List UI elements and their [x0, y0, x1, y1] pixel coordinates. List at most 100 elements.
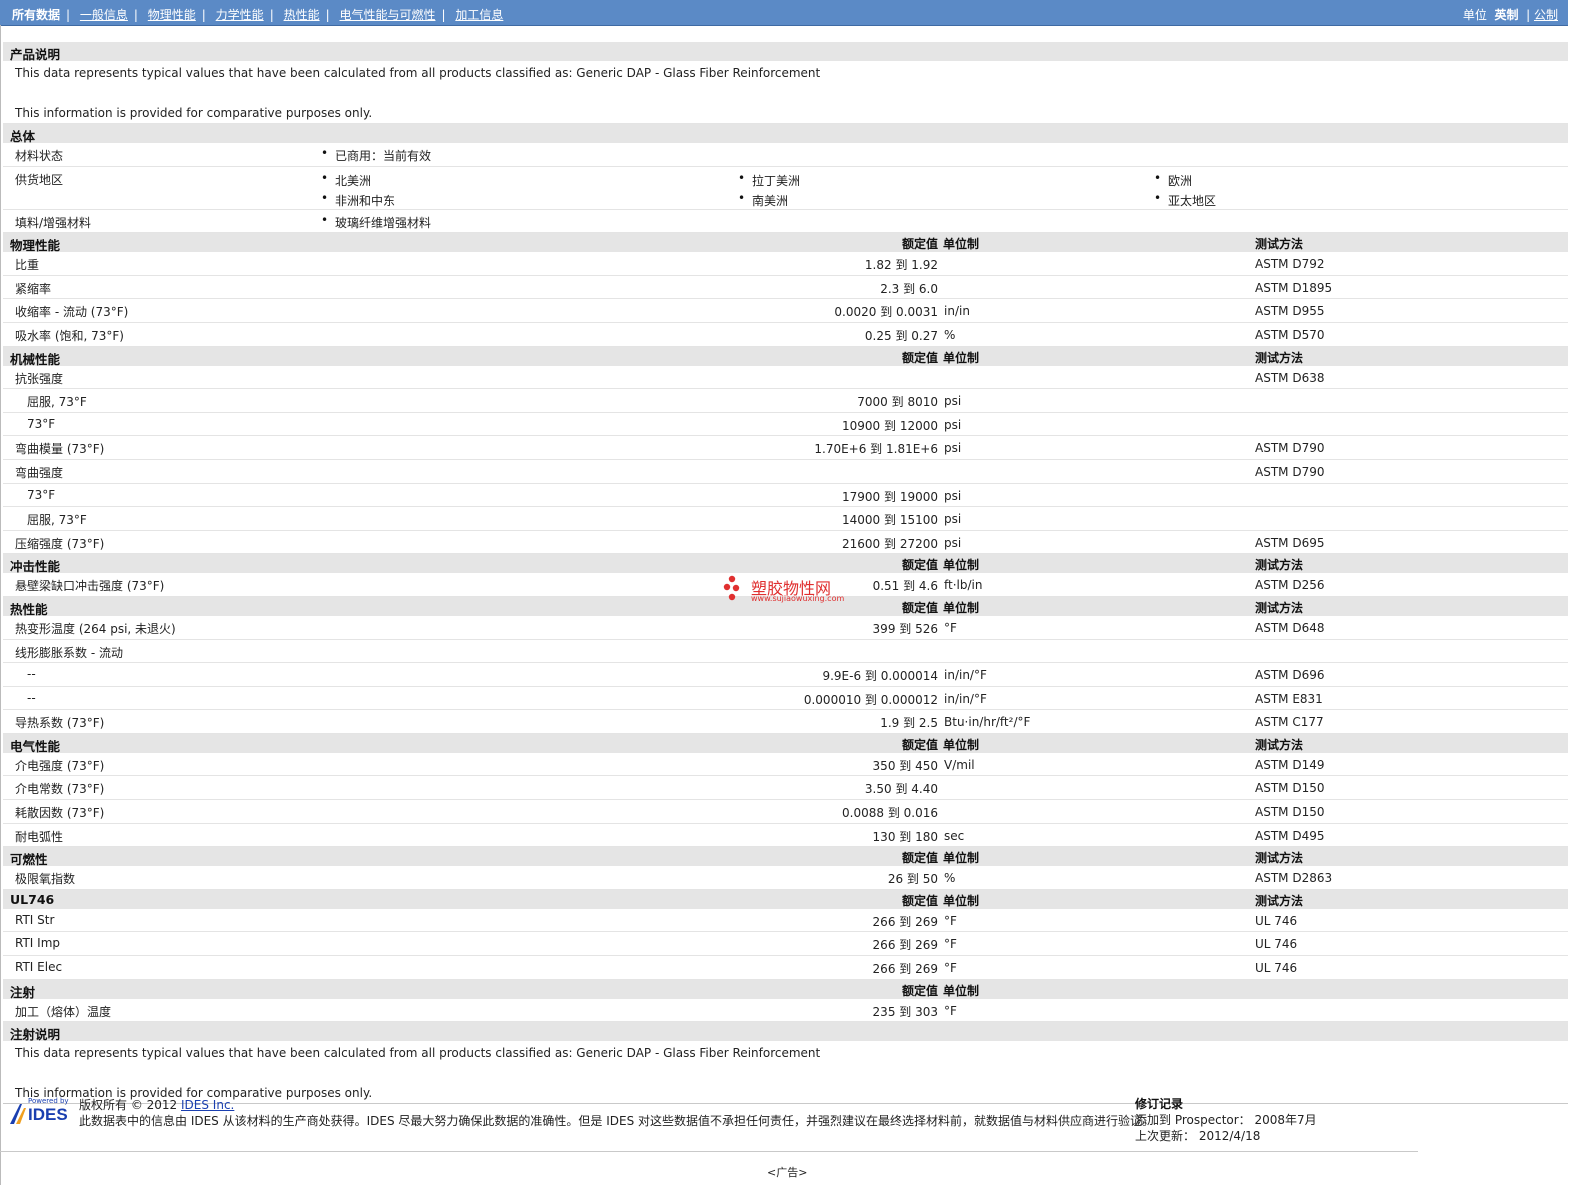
- property-row: -- 0.000010 到 0.000012 in/in/°F ASTM E831: [3, 687, 1568, 711]
- product-desc-line2: This information is provided for compara…: [15, 106, 373, 120]
- property-label: --: [27, 690, 36, 705]
- property-row: 线形膨胀系数 - 流动: [3, 640, 1568, 664]
- property-row: 弯曲强度 ASTM D790: [3, 460, 1568, 484]
- property-label: 热变形温度 (264 psi, 未退火): [15, 621, 176, 636]
- logo-powered-by: Powered by: [28, 1097, 69, 1105]
- property-value: 235 到 303: [872, 1004, 938, 1019]
- units-metric-link[interactable]: 公制: [1534, 8, 1558, 22]
- property-label: 压缩强度 (73°F): [15, 536, 105, 551]
- property-test-method: ASTM C177: [1255, 715, 1324, 730]
- ides-mark-icon: [10, 1104, 26, 1124]
- nav-processing[interactable]: 加工信息: [455, 8, 503, 22]
- injection-desc-line1: This data represents typical values that…: [15, 1046, 821, 1061]
- property-test-method: ASTM D792: [1255, 257, 1325, 272]
- property-unit: V/mil: [944, 757, 975, 772]
- property-test-method: ASTM D2863: [1255, 871, 1333, 886]
- property-label: 耗散因数 (73°F): [15, 806, 105, 821]
- region-item: 南美洲: [738, 191, 788, 209]
- section-header: 冲击性能 额定值 单位制 测试方法: [3, 554, 1568, 574]
- property-row: RTI Str 266 到 269 °F UL 746: [3, 909, 1568, 933]
- property-row: 压缩强度 (73°F) 21600 到 27200 psi ASTM D695: [3, 531, 1568, 555]
- property-test-method: ASTM D695: [1255, 535, 1325, 550]
- property-row: 耗散因数 (73°F) 0.0088 到 0.016 ASTM D150: [3, 800, 1568, 824]
- property-value: 21600 到 27200: [842, 536, 938, 551]
- nav-thermal[interactable]: 热性能: [284, 8, 320, 22]
- nav-general-info[interactable]: 一般信息: [80, 8, 128, 22]
- nav-physical[interactable]: 物理性能: [148, 8, 196, 22]
- property-row: 介电常数 (73°F) 3.50 到 4.40 ASTM D150: [3, 776, 1568, 801]
- property-label: 73°F: [27, 416, 56, 431]
- property-label: --: [27, 667, 36, 682]
- property-unit: °F: [944, 937, 957, 952]
- property-test-method: ASTM D638: [1255, 370, 1325, 385]
- col-header-nominal: 额定值: [901, 851, 938, 866]
- ides-link[interactable]: IDES Inc.: [181, 1098, 234, 1112]
- revision-block: 修订记录 添加到 Prospector： 2008年7月 上次更新： 2012/…: [1135, 1096, 1317, 1144]
- property-test-method: UL 746: [1255, 913, 1298, 928]
- property-value: 0.0088 到 0.016: [842, 806, 938, 821]
- property-test-method: ASTM D150: [1255, 805, 1325, 820]
- property-test-method: UL 746: [1255, 961, 1298, 976]
- region-item: 欧洲: [1154, 171, 1192, 189]
- product-desc-block: This data represents typical values that…: [3, 61, 1568, 124]
- property-label: 介电常数 (73°F): [15, 782, 105, 797]
- units-label: 单位: [1462, 8, 1487, 22]
- status-label: 材料状态: [15, 149, 64, 163]
- col-header-nominal: 额定值: [901, 350, 938, 365]
- property-unit: psi: [944, 417, 962, 432]
- section-header: 机械性能 额定值 单位制 测试方法: [3, 346, 1568, 367]
- units-current: 英制: [1494, 8, 1519, 22]
- ad-placeholder: <广告>: [767, 1166, 808, 1179]
- col-header-nominal: 额定值: [901, 983, 938, 998]
- property-value: 0.51 到 4.6: [872, 579, 938, 594]
- general-row-filler: 填料/增强材料 玻璃纤维增强材料: [3, 210, 1568, 234]
- property-label: 73°F: [27, 487, 56, 502]
- property-row: -- 9.9E-6 到 0.000014 in/in/°F ASTM D696: [3, 663, 1568, 687]
- watermark-url: www.sujiaowuxing.com: [751, 594, 845, 603]
- property-label: 悬壁梁缺口冲击强度 (73°F): [15, 579, 165, 594]
- section-header: 可燃性 额定值 单位制 测试方法: [3, 847, 1568, 867]
- region-item: 亚太地区: [1154, 191, 1216, 209]
- property-value: 14000 到 15100: [842, 513, 938, 528]
- unit-switcher: 单位 英制 | 公制: [1462, 8, 1558, 22]
- property-value: 3.50 到 4.40: [864, 782, 938, 797]
- injection-desc-block: This data represents typical values that…: [3, 1041, 1568, 1105]
- property-value: 17900 到 19000: [842, 489, 938, 504]
- property-unit: in/in/°F: [944, 691, 987, 706]
- property-test-method: ASTM E831: [1255, 691, 1323, 706]
- col-header-test: 测试方法: [1255, 851, 1304, 866]
- nav-electrical[interactable]: 电气性能与可燃性: [339, 8, 435, 22]
- property-value: 1.70E+6 到 1.81E+6: [814, 442, 938, 457]
- col-header-unit: 单位制: [943, 893, 980, 908]
- section-header: 物理性能 额定值 单位制 测试方法: [3, 233, 1568, 253]
- property-label: 收缩率 - 流动 (73°F): [15, 305, 129, 320]
- filler-value: 玻璃纤维增强材料: [321, 213, 431, 231]
- section-header-general: 总体: [3, 124, 1568, 144]
- col-header-test: 测试方法: [1255, 350, 1304, 365]
- region-item: 北美洲: [321, 171, 371, 189]
- property-test-method: ASTM D696: [1255, 668, 1325, 683]
- property-unit: %: [944, 327, 956, 342]
- nav-all-data[interactable]: 所有数据: [12, 8, 60, 22]
- property-label: 导热系数 (73°F): [15, 716, 105, 731]
- property-label: 线形膨胀系数 - 流动: [15, 645, 123, 660]
- section-title: UL746: [10, 891, 55, 907]
- property-unit: psi: [944, 512, 962, 527]
- property-label: RTI Str: [15, 912, 55, 927]
- property-sections: 物理性能 额定值 单位制 测试方法 比重 1.82 到 1.92 ASTM D792 紧缩率 2…: [3, 233, 1568, 1023]
- footer-divider: [0, 1151, 1418, 1152]
- property-value: 1.82 到 1.92: [864, 258, 938, 273]
- nav-mechanical[interactable]: 力学性能: [216, 8, 264, 22]
- property-label: 弯曲强度: [15, 465, 64, 480]
- property-value: 266 到 269: [872, 938, 938, 953]
- property-unit: in/in/°F: [944, 668, 987, 683]
- section-nav: 所有数据 | 一般信息 | 物理性能 | 力学性能 | 热性能 | 电气性能与可燃性 | 加…: [12, 8, 504, 22]
- revision-updated: 上次更新： 2012/4/18: [1135, 1129, 1261, 1143]
- property-row: 屈服, 73°F 14000 到 15100 psi: [3, 507, 1568, 531]
- property-unit: in/in: [944, 304, 970, 319]
- section-header-product-desc: 产品说明: [3, 42, 1568, 62]
- property-label: 屈服, 73°F: [27, 395, 87, 410]
- property-row: 抗张强度 ASTM D638: [3, 366, 1568, 390]
- property-row: 屈服, 73°F 7000 到 8010 psi: [3, 389, 1568, 413]
- property-value: 350 到 450: [872, 758, 938, 773]
